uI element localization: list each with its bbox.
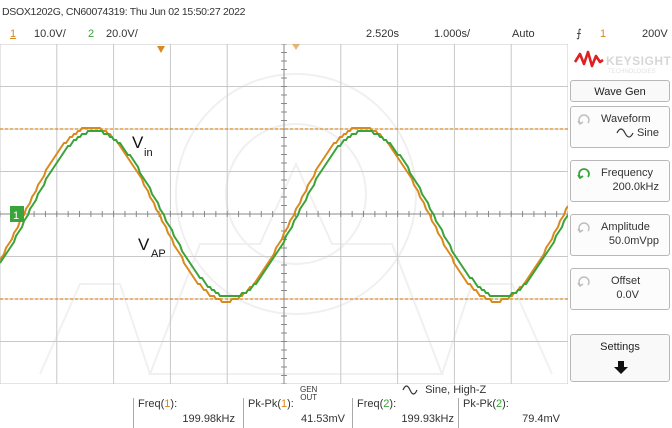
keysight-wave-icon [574,50,604,68]
vin-label-sub: in [144,147,153,159]
amplitude-softkey[interactable]: Amplitude 50.0mVpp [570,214,670,256]
channel-2-scale[interactable]: 20.0V/ [106,26,138,42]
channel-1-number[interactable]: 1 [10,26,16,42]
grid-lines [0,44,568,384]
rotate-knob-active-icon [577,168,590,180]
waveform-value: Sine [616,127,659,139]
window-title: DSOX1202G, CN60074319: Thu Jun 02 15:50:… [2,6,246,18]
measurement-label: Pk-Pk(2): [463,398,509,410]
vap-label-main: V [138,235,150,254]
timebase-scale[interactable]: 1.000s/ [434,26,470,42]
rotate-knob-icon [577,222,590,233]
vap-label-sub: AP [151,248,166,260]
time-reference-marker [292,44,300,50]
wavegen-status-text: Sine, High-Z [425,384,487,396]
channel-1-scale[interactable]: 10.0V/ [34,26,66,42]
measurement-0[interactable]: Freq(1): 199.98kHz [133,398,241,428]
measurement-value: 199.93kHz [401,413,454,425]
measurement-label: Freq(2): [357,398,397,410]
amplitude-label: Amplitude [601,221,650,233]
waveform-graticule: 1 V in V AP [0,44,568,384]
settings-label: Settings [600,341,640,353]
ground-marker-label: 1 [13,210,19,222]
sine-wave-icon [402,385,418,395]
measurement-2[interactable]: Freq(2): 199.93kHz [352,398,460,428]
frequency-label: Frequency [601,167,653,179]
offset-softkey[interactable]: Offset 0.0V [570,268,670,310]
amplitude-value: 50.0mVpp [608,235,659,247]
measurement-3[interactable]: Pk-Pk(2): 79.4mV [458,398,566,428]
trigger-position-marker [157,46,165,53]
vin-label-main: V [132,133,144,152]
waveform-label: Waveform [601,113,651,125]
softkey-panel: KEYSIGHT TECHNOLOGIES Wave Gen Waveform … [568,44,672,428]
rotate-knob-icon [577,276,590,287]
trigger-source: 1 [600,28,607,40]
measurement-value: 41.53mV [300,413,345,425]
settings-softkey[interactable]: Settings [570,334,670,382]
arrow-down-icon [614,361,628,374]
wavegen-menu-title: Wave Gen [570,80,670,102]
frequency-value: 200.0kHz [612,181,659,193]
brand-logo: KEYSIGHT TECHNOLOGIES [572,48,672,75]
measurement-label: Pk-Pk(1): [248,398,294,410]
brand-name: KEYSIGHT [606,54,672,68]
measurement-value: 79.4mV [522,413,560,425]
wavegen-status: Sine, High-Z [402,384,486,396]
status-bar: 1 10.0V/ 2 20.0V/ 2.520s 1.000s/ Auto [0,26,568,42]
trigger-edge-icon: ⨍ [576,28,582,40]
timebase-delay[interactable]: 2.520s [366,26,399,42]
frequency-softkey[interactable]: Frequency 200.0kHz [570,160,670,202]
measurement-1[interactable]: Pk-Pk(1): 41.53mV [243,398,351,428]
waveform-display[interactable]: 1 V in V AP [0,44,568,384]
sine-wave-icon [616,128,634,138]
acquisition-mode[interactable]: Auto [512,26,535,42]
offset-value: 0.0V [616,289,639,301]
waveform-value-text: Sine [636,127,659,139]
trigger-status[interactable]: ⨍ 1 200V [568,26,672,42]
waveform-softkey[interactable]: Waveform Sine [570,106,670,148]
measurement-label: Freq(1): [138,398,178,410]
brand-subtitle: TECHNOLOGIES [608,69,656,75]
channel-2-number[interactable]: 2 [88,26,94,42]
trigger-level: 200V [642,28,668,40]
rotate-knob-icon [577,114,590,125]
measurement-value: 199.98kHz [182,413,235,425]
watermark-seal [39,73,553,375]
offset-label: Offset [611,275,641,287]
